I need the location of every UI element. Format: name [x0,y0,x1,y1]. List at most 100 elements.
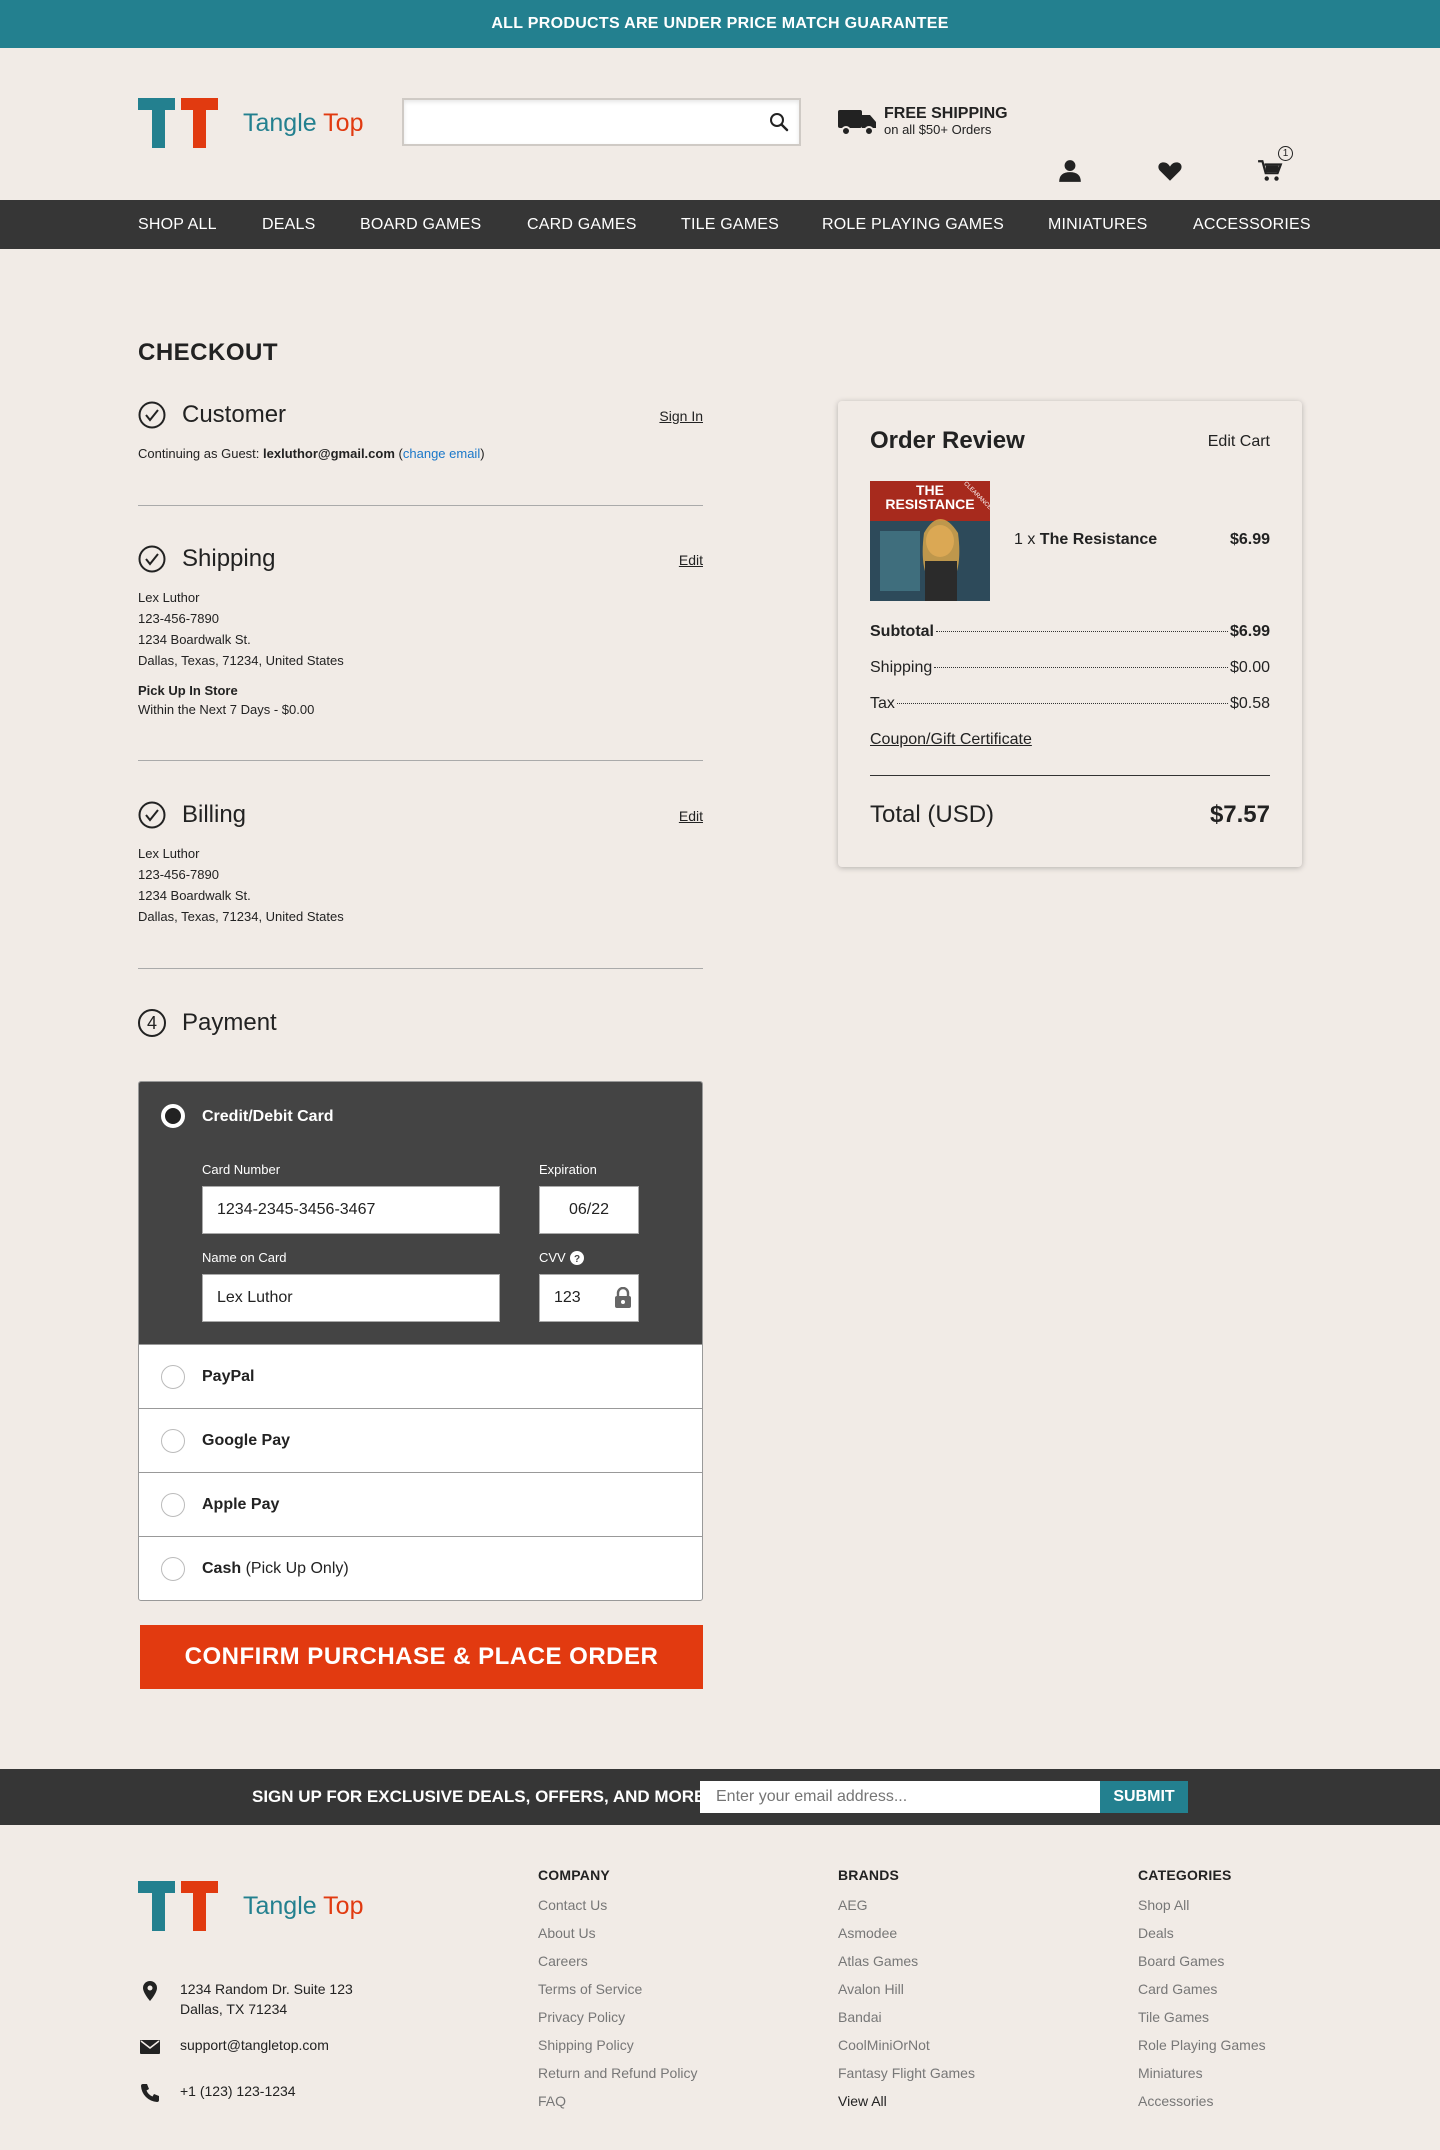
logo-text: Tangle Top [243,1891,364,1920]
paypal-radio[interactable] [161,1365,185,1389]
paypal-option[interactable]: PayPal [139,1344,702,1408]
logo[interactable]: Tangle Top [138,98,363,148]
footer-company-column: COMPANY Contact Us About Us Careers Term… [538,1867,698,2115]
footer-link-tile-games[interactable]: Tile Games [1138,2003,1266,2031]
help-icon[interactable]: ? [569,1250,584,1265]
tax-row: Tax $0.58 [870,695,1270,712]
nav-tile-games[interactable]: TILE GAMES [681,200,779,249]
google-pay-radio[interactable] [161,1429,185,1453]
footer-link-aeg[interactable]: AEG [838,1891,975,1919]
shipping-step-header: Shipping [138,545,275,573]
change-email-link[interactable]: change email [403,446,480,461]
cart-item-name: The Resistance [1039,531,1158,548]
card-radio[interactable] [161,1104,185,1128]
cart-icon [1258,160,1283,181]
footer-link-view-all[interactable]: View All [838,2087,975,2115]
footer-link-card-games[interactable]: Card Games [1138,1975,1266,2003]
footer-link-shop-all[interactable]: Shop All [1138,1891,1266,1919]
apple-pay-radio[interactable] [161,1493,185,1517]
check-circle-icon [138,545,166,573]
footer-link-careers[interactable]: Careers [538,1947,698,1975]
check-circle-icon [138,401,166,429]
footer-link-asmodee[interactable]: Asmodee [838,1919,975,1947]
footer-link-faq[interactable]: FAQ [538,2087,698,2115]
account-icon[interactable] [1057,158,1083,184]
coupon-link[interactable]: Coupon/Gift Certificate [870,731,1032,749]
search-icon[interactable] [767,110,791,134]
footer-company-title: COMPANY [538,1867,610,1883]
subtotal-row: Subtotal $6.99 [870,623,1270,640]
wishlist-heart-icon[interactable] [1157,158,1183,184]
footer-link-accessories[interactable]: Accessories [1138,2087,1266,2115]
footer-link-shipping-policy[interactable]: Shipping Policy [538,2031,698,2059]
cash-radio[interactable] [161,1557,185,1581]
logo-mark-icon [138,1881,218,1931]
nav-card-games[interactable]: CARD GAMES [527,200,637,249]
confirm-purchase-button[interactable]: CONFIRM PURCHASE & PLACE ORDER [140,1625,703,1689]
footer-link-about-us[interactable]: About Us [538,1919,698,1947]
footer-link-privacy[interactable]: Privacy Policy [538,2003,698,2031]
footer-link-refund-policy[interactable]: Return and Refund Policy [538,2059,698,2087]
apple-pay-option[interactable]: Apple Pay [139,1472,702,1536]
name-on-card-label: Name on Card [202,1250,287,1265]
cart-button[interactable]: 1 [1257,146,1293,184]
card-number-label: Card Number [202,1162,281,1177]
shipping-address: Lex Luthor 123-456-7890 1234 Boardwalk S… [138,590,344,668]
total-label: Total (USD) [870,801,995,828]
footer-link-coolminiornot[interactable]: CoolMiniOrNot [838,2031,975,2059]
payment-step-header: 4 Payment [138,1009,277,1037]
nav-board-games[interactable]: BOARD GAMES [360,200,481,249]
promo-banner: ALL PRODUCTS ARE UNDER PRICE MATCH GUARA… [0,0,1440,48]
footer-link-terms[interactable]: Terms of Service [538,1975,698,2003]
footer-categories-title: CATEGORIES [1138,1867,1232,1883]
footer-phone[interactable]: +1 (123) 123-1234 [138,2081,296,2105]
logo-text: Tangle Top [243,108,364,137]
nav-deals[interactable]: DEALS [262,200,315,249]
billing-edit-link[interactable]: Edit [679,808,703,824]
nav-accessories[interactable]: ACCESSORIES [1193,200,1311,249]
shipping-edit-link[interactable]: Edit [679,552,703,568]
cash-option[interactable]: Cash (Pick Up Only) [139,1536,702,1600]
footer-link-fantasy-flight[interactable]: Fantasy Flight Games [838,2059,975,2087]
svg-text:?: ? [574,1254,580,1265]
sign-in-link[interactable]: Sign In [659,408,703,424]
checkout-main: CHECKOUT Customer Sign In Continuing as … [0,249,1440,1769]
divider [870,775,1270,776]
footer-link-atlas-games[interactable]: Atlas Games [838,1947,975,1975]
footer-link-miniatures[interactable]: Miniatures [1138,2059,1266,2087]
edit-cart-link[interactable]: Edit Cart [1208,433,1270,451]
footer-link-rpg[interactable]: Role Playing Games [1138,2031,1266,2059]
billing-address: Lex Luthor 123-456-7890 1234 Boardwalk S… [138,846,344,924]
newsletter-email-input[interactable] [700,1781,1100,1813]
step-number-badge: 4 [138,1009,166,1037]
name-on-card-field[interactable]: Lex Luthor [202,1274,500,1322]
expiration-field[interactable]: 06/22 [539,1186,639,1234]
footer-brands-column: BRANDS AEG Asmodee Atlas Games Avalon Hi… [838,1867,975,2115]
search-box [402,98,801,146]
newsletter-bar: SIGN UP FOR EXCLUSIVE DEALS, OFFERS, AND… [0,1769,1440,1825]
nav-shop-all[interactable]: SHOP ALL [138,200,217,249]
card-option-label: Credit/Debit Card [202,1108,334,1125]
footer-logo[interactable]: Tangle Top [138,1881,363,1931]
nav-role-playing-games[interactable]: ROLE PLAYING GAMES [822,200,1004,249]
footer-link-bandai[interactable]: Bandai [838,2003,975,2031]
footer-email[interactable]: support@tangletop.com [138,2035,329,2059]
footer-link-board-games[interactable]: Board Games [1138,1947,1266,1975]
site-footer: Tangle Top 1234 Random Dr. Suite 123 Dall… [0,1825,1440,2150]
shipping-method: Pick Up In Store Within the Next 7 Days … [138,683,315,717]
google-pay-option[interactable]: Google Pay [139,1408,702,1472]
nav-miniatures[interactable]: MINIATURES [1048,200,1147,249]
card-number-field[interactable]: 1234-2345-3456-3467 [202,1186,500,1234]
billing-step-header: Billing [138,801,246,829]
free-shipping-promo: FREE SHIPPING on all $50+ Orders [838,106,1008,138]
page-title: CHECKOUT [138,339,278,366]
search-input[interactable] [404,100,744,144]
footer-link-deals[interactable]: Deals [1138,1919,1266,1947]
product-thumbnail[interactable]: THE RESISTANCE CLEARANCE [870,481,990,601]
cvv-field[interactable]: 123 [539,1274,639,1322]
cvv-label-row: CVV ? [539,1250,584,1265]
newsletter-submit-button[interactable]: SUBMIT [1100,1781,1188,1813]
footer-link-contact-us[interactable]: Contact Us [538,1891,698,1919]
footer-link-avalon-hill[interactable]: Avalon Hill [838,1975,975,2003]
divider [138,760,703,761]
